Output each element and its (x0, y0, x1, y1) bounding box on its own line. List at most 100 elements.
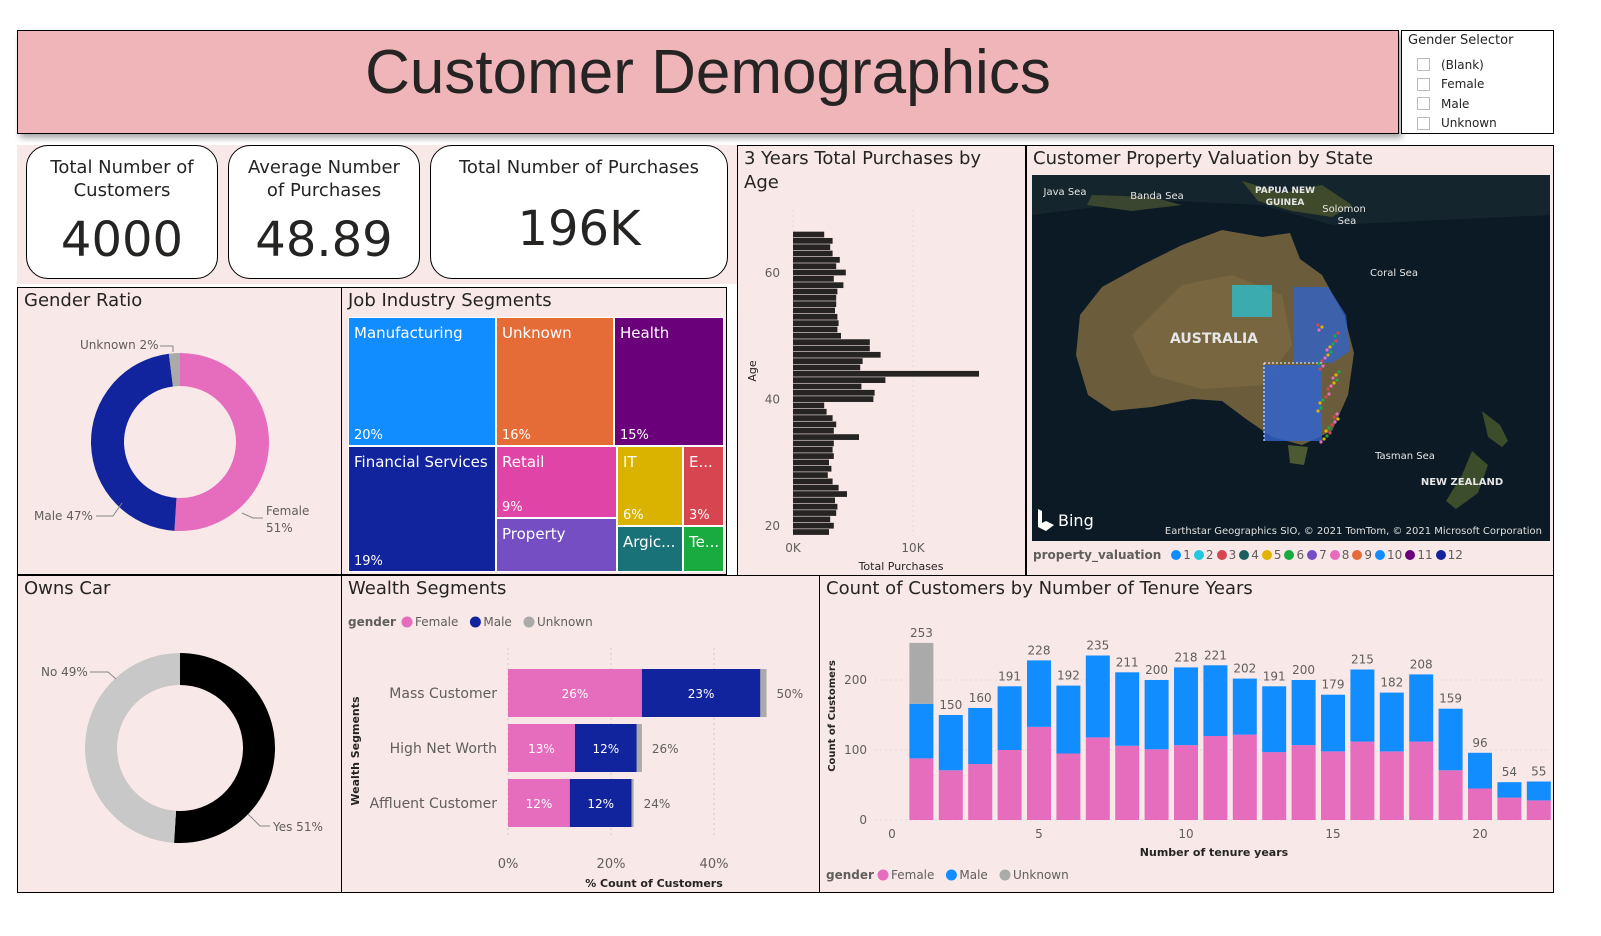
tenure-bar-female (1409, 741, 1434, 820)
data-label: 96 (1472, 736, 1487, 750)
legend-item[interactable]: 3 (1216, 548, 1237, 562)
map-label: GUINEA (1266, 198, 1305, 208)
total-label: 50% (777, 687, 804, 701)
tenure-bar-female (1350, 741, 1375, 820)
job-industry-treemap: Manufacturing 20% Financial Services 19% Unk… (348, 317, 725, 572)
category-label: Affluent Customer (370, 796, 498, 812)
legend-label: 3 (1228, 548, 1237, 562)
map-legend-title: property_valuation (1033, 548, 1162, 562)
legend-item[interactable]: 9 (1352, 548, 1372, 562)
checkbox[interactable] (1417, 97, 1430, 111)
x-axis-label: % Count of Customers (585, 877, 723, 890)
age-bar (793, 484, 839, 491)
label-unknown: Unknown 2% (80, 338, 159, 352)
map-point (1333, 334, 1337, 338)
slicer-option-label: Female (1441, 77, 1485, 92)
legend-title: gender (826, 868, 874, 882)
map-point (1320, 325, 1324, 329)
legend-dot (1375, 550, 1386, 560)
age-bar (793, 497, 835, 504)
map-point (1334, 339, 1338, 343)
legend-item[interactable]: 8 (1329, 548, 1349, 562)
y-axis-label: Age (746, 360, 759, 382)
legend-dot (1216, 550, 1227, 560)
legend-item[interactable]: 7 (1307, 548, 1327, 562)
treemap-tile-label: Financial Services (354, 453, 488, 471)
treemap-tile[interactable]: Health 15% (614, 317, 724, 446)
tenure-bar-female (1526, 800, 1551, 820)
data-label: 253 (910, 626, 933, 640)
legend-item[interactable]: 10 (1375, 548, 1402, 562)
age-bar (793, 389, 875, 396)
treemap-tile-label: Property (502, 525, 566, 543)
tenure-chart: 0 100 200 0 5 10 15 20 253 150 160 191 228 192 235 211 2… (826, 626, 1551, 882)
map-point (1322, 437, 1326, 441)
legend-dot (469, 616, 481, 628)
map-state-fill-nsw (1264, 365, 1322, 441)
checkbox[interactable] (1417, 116, 1430, 130)
age-bar (793, 529, 829, 535)
treemap-tile[interactable]: Property (496, 518, 617, 572)
map-point (1332, 381, 1336, 385)
map-title: Customer Property Valuation by State (1033, 148, 1374, 169)
tenure-bar-male (1056, 685, 1081, 754)
legend-item[interactable]: 11 (1405, 548, 1433, 562)
map-point (1326, 387, 1330, 391)
slice-yes (174, 653, 276, 843)
tenure-bar-female (1056, 753, 1081, 820)
treemap-tile[interactable]: Te... (683, 526, 724, 572)
age-bar (793, 307, 835, 314)
legend-label: 6 (1296, 548, 1305, 562)
treemap-tile[interactable]: Retail 9% (496, 446, 617, 518)
owns-car-panel: Owns Car No 49% Yes 51% (17, 575, 342, 893)
tenure-bar-male (1115, 672, 1140, 746)
slicer-option[interactable]: Male (1417, 94, 1497, 114)
age-bar (793, 510, 837, 516)
legend-item[interactable]: 5 (1261, 548, 1281, 562)
age-bar (793, 269, 846, 276)
treemap-tile[interactable]: Argic... (617, 526, 683, 572)
data-label: 160 (969, 691, 992, 705)
data-label: 192 (1057, 669, 1080, 683)
map-label: Java Sea (1043, 187, 1087, 198)
tenure-bar-female (1438, 770, 1463, 820)
treemap-tile-percent: 20% (354, 428, 383, 443)
treemap-tile[interactable]: E... 3% (683, 446, 724, 526)
tenure-bar-female (1291, 745, 1316, 820)
treemap-tile-label: Retail (502, 453, 545, 471)
map-copyright: Earthstar Geographics SIO, © 2021 TomTom… (1165, 526, 1542, 537)
treemap-tile[interactable]: Unknown 16% (496, 317, 614, 446)
legend-item[interactable]: 1 (1171, 548, 1191, 562)
legend-item[interactable]: 4 (1239, 548, 1259, 562)
kpi-label: Total Number of Purchases (459, 157, 699, 178)
data-label: 23% (688, 687, 715, 701)
legend-label: 2 (1205, 548, 1214, 562)
legend-item[interactable]: 12 (1435, 548, 1463, 562)
job-industry-title: Job Industry Segments (348, 290, 552, 311)
tenure-bar-female (1262, 752, 1287, 820)
map-point (1316, 409, 1320, 413)
checkbox[interactable] (1417, 77, 1430, 91)
slicer-option[interactable]: Unknown (1417, 114, 1497, 134)
treemap-tile[interactable]: IT 6% (617, 446, 683, 526)
treemap-tile[interactable]: Financial Services 19% (348, 446, 496, 572)
tenure-bar-male (1291, 680, 1316, 746)
age-bar (793, 446, 833, 453)
wealth-bar-unknown (760, 669, 767, 717)
tenure-bar-male (968, 708, 993, 764)
checkbox[interactable] (1417, 58, 1430, 72)
tenure-panel: Count of Customers by Number of Tenure Y… (819, 575, 1554, 893)
map-label: NEW ZEALAND (1421, 477, 1503, 488)
age-bar (793, 364, 861, 371)
slicer-option[interactable]: (Blank) (1417, 55, 1497, 75)
data-label: 218 (1175, 650, 1198, 664)
tenure-bar-female (1144, 749, 1169, 820)
slicer-option[interactable]: Female (1417, 75, 1497, 95)
map-point (1318, 401, 1322, 405)
treemap-tile[interactable]: Manufacturing 20% (348, 317, 496, 446)
total-label: 24% (644, 797, 671, 811)
legend-item[interactable]: 2 (1193, 548, 1214, 562)
australia-map[interactable]: Java Sea Banda Sea PAPUA NEW GUINEA SolomonS… (1032, 175, 1550, 541)
treemap-tile-label: Argic... (623, 533, 676, 551)
legend-item[interactable]: 6 (1284, 548, 1304, 562)
